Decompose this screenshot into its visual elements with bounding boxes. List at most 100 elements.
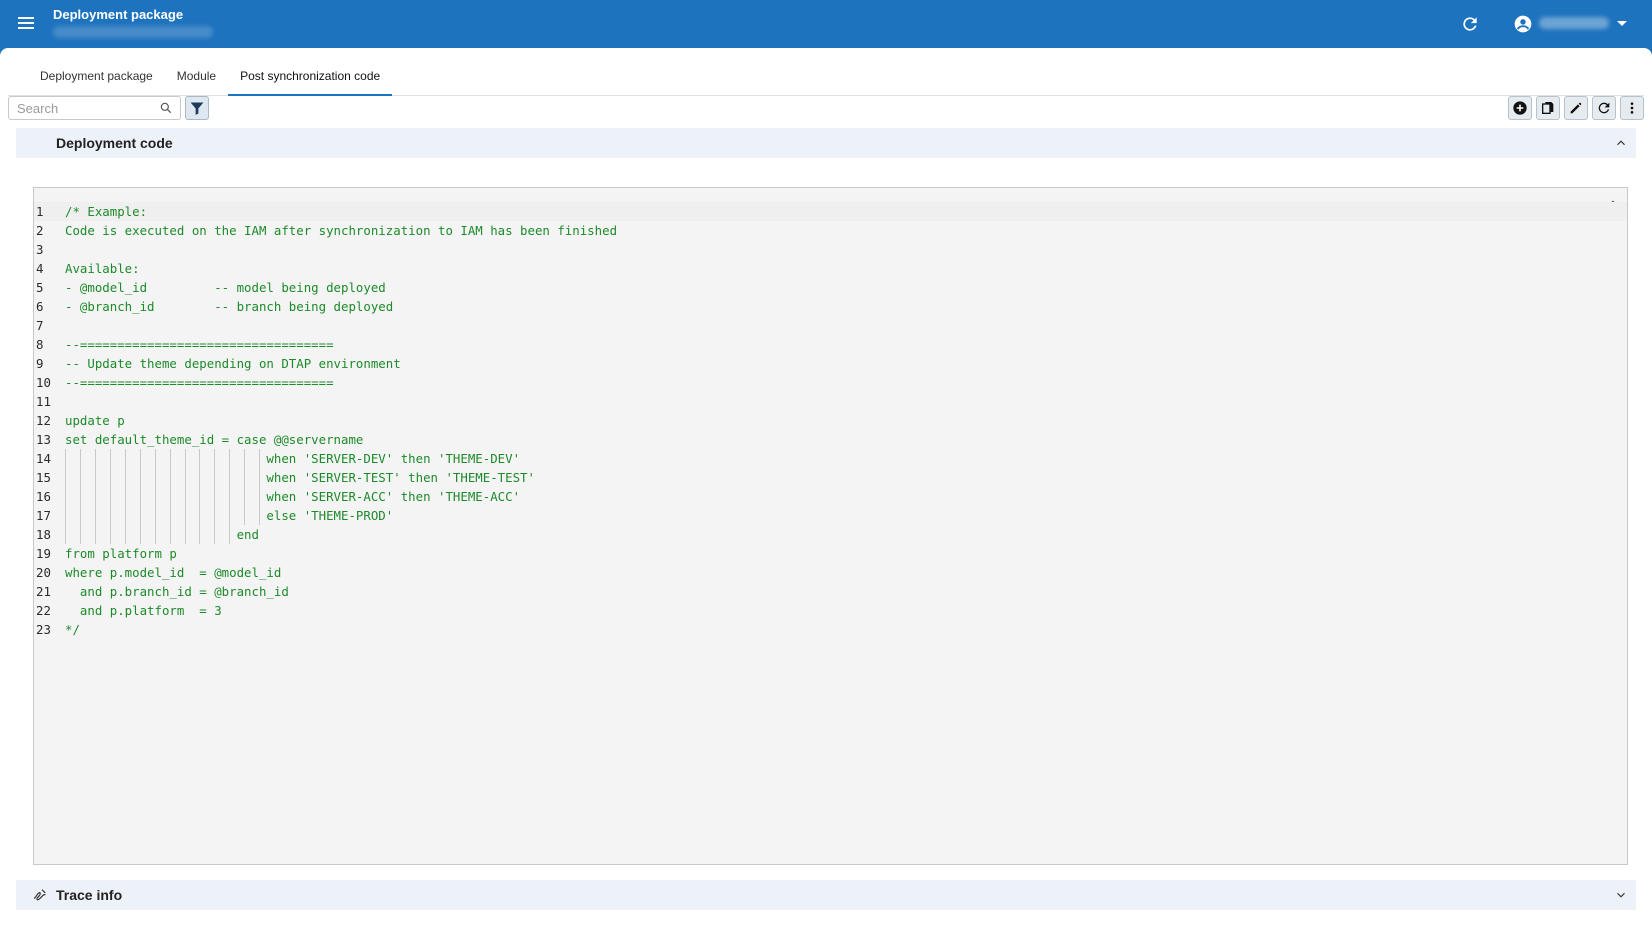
filter-icon [190,102,204,115]
section-title: Deployment code [56,135,173,151]
code-line: 5 - @model_id -- model being deployed [34,278,1627,297]
line-number: 11 [36,394,51,409]
line-number: 19 [36,546,51,561]
top-app-bar: Deployment package [0,0,1652,48]
line-number: 17 [36,508,51,523]
account-icon[interactable] [1513,14,1533,34]
code-text: update p [65,413,125,428]
code-line: 9 -- Update theme depending on DTAP envir… [34,354,1627,373]
app-title: Deployment package [53,7,184,22]
code-line: 17 else 'THEME-PROD' [34,506,1627,525]
add-icon [1513,101,1527,115]
tab-deployment-package[interactable]: Deployment package [8,56,165,95]
code-text: when 'SERVER-ACC' then 'THEME-ACC' [65,489,521,504]
code-line: 7 [34,316,1627,335]
code-line: 19 from platform p [34,544,1627,563]
code-text: and p.platform = 3 [65,603,222,618]
line-number: 10 [36,375,51,390]
code-line: 3 [34,240,1627,259]
code-editor[interactable]: 1 /* Example: 2 Code is executed on the IAM… [33,187,1628,865]
line-number: 13 [36,432,51,447]
refresh-icon [1598,102,1610,114]
code-line: 13 set default_theme_id = case @@serverna… [34,430,1627,449]
tab-post-synchronization-code[interactable]: Post synchronization code [228,56,393,96]
line-number: 9 [36,356,44,371]
code-line: 6 - @branch_id -- branch being deployed [34,297,1627,316]
line-number: 3 [36,242,44,257]
user-name-blurred[interactable] [1539,17,1609,29]
copy-icon [1542,102,1554,114]
main-content: Deployment package Module Post synchroni… [0,48,1652,940]
line-number: 16 [36,489,51,504]
code-text: when 'SERVER-TEST' then 'THEME-TEST' [65,470,535,485]
code-line: 18 end [34,525,1627,544]
line-number: 14 [36,451,51,466]
code-line: 20 where p.model_id = @model_id [34,563,1627,582]
line-number: 21 [36,584,51,599]
line-number: 8 [36,337,44,352]
search-input[interactable] [9,97,149,119]
line-number: 12 [36,413,51,428]
detail-panel: Deployment code 1 /* Example: 2 Code is exe… [8,128,1644,940]
code-line: 16 when 'SERVER-ACC' then 'THEME-ACC' [34,487,1627,506]
code-line: 12 update p [34,411,1627,430]
code-text: -- Update theme depending on DTAP enviro… [65,356,401,371]
line-number: 5 [36,280,44,295]
code-line: 15 when 'SERVER-TEST' then 'THEME-TEST' [34,468,1627,487]
code-text: /* Example: [65,204,148,219]
code-line: 2 Code is executed on the IAM after synch… [34,221,1627,240]
line-number: 20 [36,565,51,580]
line-number: 23 [36,622,51,637]
filter-button[interactable] [185,96,209,120]
line-number: 4 [36,261,44,276]
section-title: Trace info [56,887,123,903]
code-lines: 1 /* Example: 2 Code is executed on the IAM… [34,202,1627,639]
more-vert-icon [1630,102,1634,114]
code-text: Available: [65,261,140,276]
code-line: 14 when 'SERVER-DEV' then 'THEME-DEV' [34,449,1627,468]
code-line: 23 */ [34,620,1627,639]
search-field[interactable] [8,96,181,120]
code-text: --================================== [65,375,334,390]
code-line: 8 --================================== [34,335,1627,354]
chevron-up-icon[interactable] [1614,136,1628,150]
trace-icon [33,889,46,901]
line-number: 1 [36,204,44,219]
code-text: */ [65,622,80,637]
deployment-code-section-header[interactable]: Deployment code [16,128,1636,158]
code-line: 11 [34,392,1627,411]
more-options-button[interactable] [1620,96,1644,120]
line-number: 2 [36,223,44,238]
code-text: set default_theme_id = case @@servername [65,432,364,447]
menu-icon[interactable] [16,14,38,34]
line-number: 18 [36,527,51,542]
code-text: --================================== [65,337,334,352]
edit-icon [1570,102,1582,114]
edit-button[interactable] [1564,96,1588,120]
app-subtitle-blurred [53,26,213,38]
code-text: end [65,527,259,542]
code-text: from platform p [65,546,177,561]
line-number: 15 [36,470,51,485]
chevron-down-icon[interactable] [1617,21,1627,26]
line-number: 7 [36,318,44,333]
chevron-down-icon[interactable] [1614,888,1628,902]
tab-module[interactable]: Module [165,56,228,95]
tab-bar: Deployment package Module Post synchroni… [8,56,1644,96]
code-text: - @branch_id -- branch being deployed [65,299,394,314]
refresh-icon[interactable] [1460,14,1480,34]
search-icon[interactable] [159,101,173,115]
line-number: 22 [36,603,51,618]
code-text: and p.branch_id = @branch_id [65,584,289,599]
copy-button[interactable] [1536,96,1560,120]
code-text: when 'SERVER-DEV' then 'THEME-DEV' [65,451,521,466]
code-line: 4 Available: [34,259,1627,278]
refresh-button[interactable] [1592,96,1616,120]
trace-info-section-header[interactable]: Trace info [16,880,1636,910]
code-text: where p.model_id = @model_id [65,565,282,580]
line-number: 6 [36,299,44,314]
code-text: else 'THEME-PROD' [65,508,394,523]
add-button[interactable] [1508,96,1532,120]
code-line: 22 and p.platform = 3 [34,601,1627,620]
code-line: 10 --================================== [34,373,1627,392]
